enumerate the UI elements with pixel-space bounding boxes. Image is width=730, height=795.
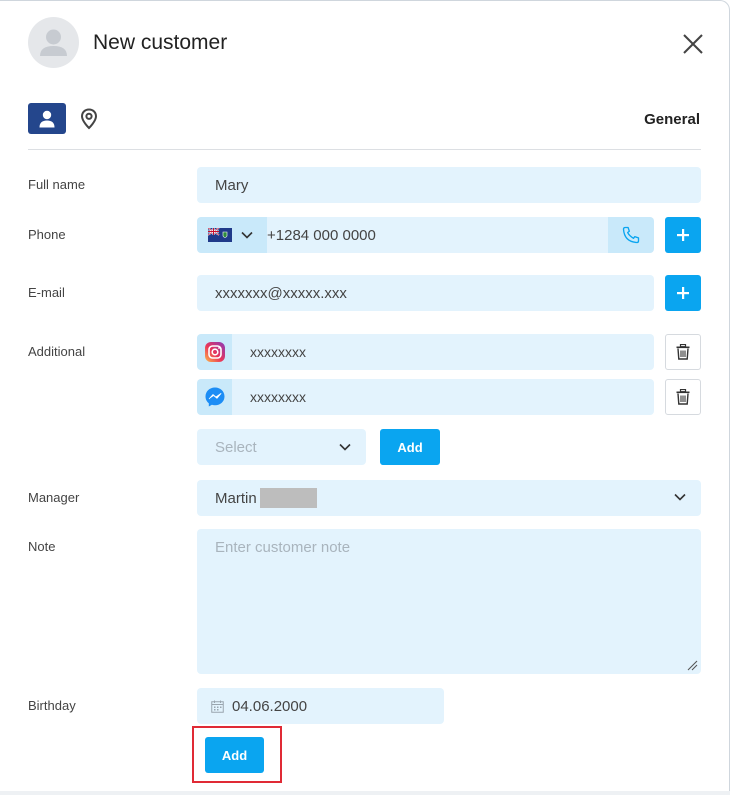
delete-messenger-button[interactable] (665, 379, 701, 415)
messenger-value: xxxxxxxx (250, 389, 306, 405)
plus-icon (677, 287, 689, 299)
british-virgin-islands-flag-icon (208, 228, 232, 242)
note-label: Note (28, 539, 56, 554)
select-placeholder: Select (215, 438, 257, 456)
instagram-icon-box (197, 334, 232, 370)
full-name-label: Full name (28, 177, 86, 192)
trash-icon (676, 389, 690, 405)
close-button[interactable] (680, 31, 706, 57)
phone-label: Phone (28, 227, 66, 242)
call-button[interactable] (608, 217, 654, 253)
new-customer-dialog: New customer General Full name Mary Phon… (0, 0, 730, 795)
avatar-placeholder-icon (40, 29, 67, 56)
add-phone-button[interactable] (665, 217, 701, 253)
instagram-input[interactable]: xxxxxxxx (232, 334, 654, 370)
dialog-title: New customer (93, 31, 228, 54)
chevron-down-icon (339, 443, 351, 451)
manager-select[interactable]: Martin (197, 480, 701, 516)
delete-instagram-button[interactable] (665, 334, 701, 370)
redacted-surname (259, 488, 317, 508)
person-icon (39, 110, 55, 127)
add-additional-button[interactable]: Add (380, 429, 440, 465)
additional-type-select[interactable]: Select (197, 429, 366, 465)
email-label: E-mail (28, 285, 65, 300)
divider (28, 149, 701, 150)
phone-value: +1284 000 0000 (267, 226, 376, 244)
full-name-value: Mary (215, 176, 249, 194)
phone-icon (622, 226, 640, 244)
instagram-value: xxxxxxxx (250, 344, 306, 360)
resize-grip-icon[interactable] (686, 659, 698, 671)
bottom-strip (0, 791, 730, 795)
avatar (28, 17, 79, 68)
tab-location[interactable] (78, 107, 100, 131)
email-value: xxxxxxx@xxxxx.xxx (215, 284, 347, 302)
full-name-input[interactable]: Mary (197, 167, 701, 203)
close-icon (683, 34, 703, 54)
plus-icon (677, 229, 689, 241)
tab-title-general: General (644, 111, 700, 128)
add-email-button[interactable] (665, 275, 701, 311)
messenger-icon-box (197, 379, 232, 415)
manager-value: Martin (215, 489, 257, 507)
manager-label: Manager (28, 490, 80, 505)
calendar-icon (211, 700, 224, 713)
birthday-value: 04.06.2000 (232, 697, 308, 715)
note-textarea[interactable] (197, 529, 701, 674)
location-pin-icon (80, 108, 98, 130)
birthday-date-picker[interactable]: 04.06.2000 (197, 688, 444, 724)
birthday-label: Birthday (28, 698, 76, 713)
additional-label: Additional (28, 344, 86, 359)
instagram-icon (204, 342, 225, 362)
phone-input[interactable]: +1284 000 0000 (267, 217, 608, 253)
chevron-down-icon (241, 231, 253, 239)
messenger-icon (205, 387, 224, 407)
trash-icon (676, 344, 690, 360)
country-code-dropdown[interactable] (197, 217, 267, 253)
highlight-annotation (192, 726, 282, 783)
tab-general-person[interactable] (28, 103, 66, 134)
chevron-down-icon (674, 493, 686, 501)
messenger-input[interactable]: xxxxxxxx (232, 379, 654, 415)
email-input[interactable]: xxxxxxx@xxxxx.xxx (197, 275, 654, 311)
